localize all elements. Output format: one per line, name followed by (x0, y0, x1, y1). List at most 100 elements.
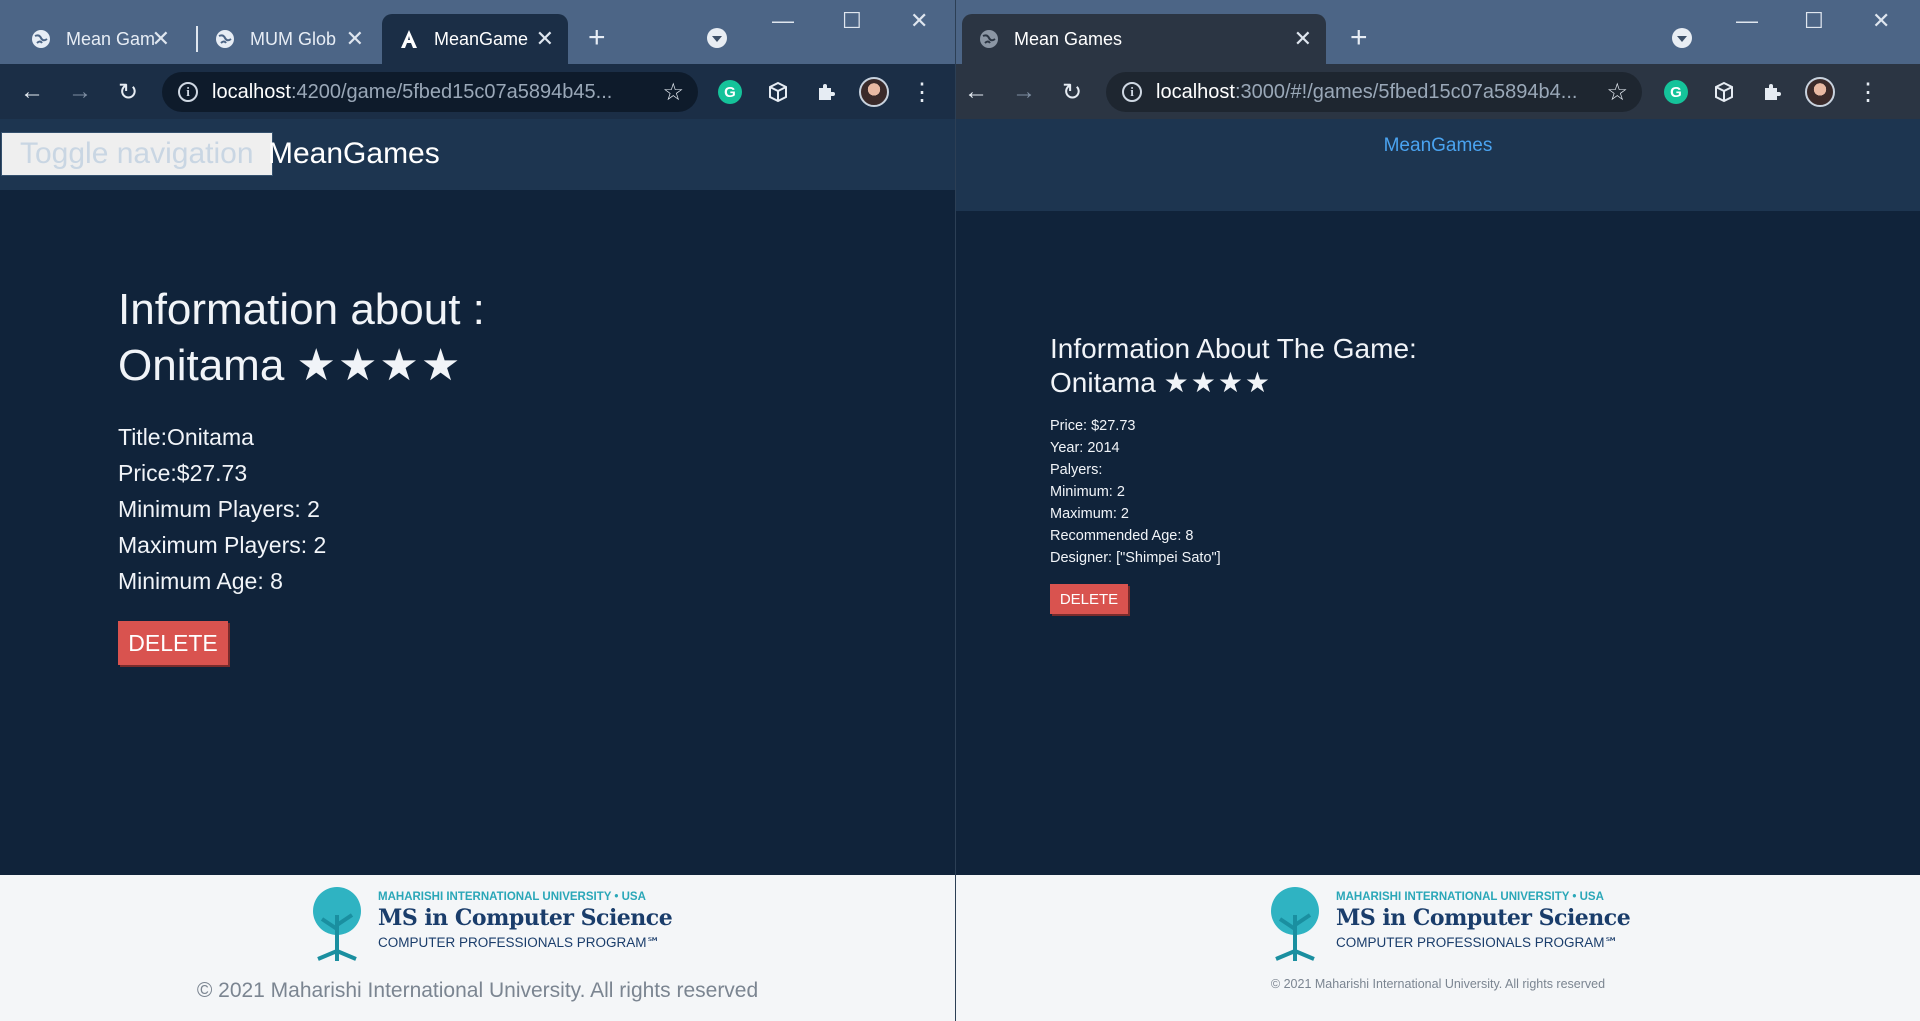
url-path: :3000/#!/games/5fbed15c07a5894b4... (1234, 80, 1578, 103)
brand-link[interactable]: MeanGames (956, 135, 1920, 157)
globe-icon (978, 28, 1000, 50)
angular-icon (398, 28, 420, 50)
left-browser-window: Mean Gam ✕ MUM Glob ✕ MeanGame ✕ + — ☐ ✕… (0, 0, 955, 1021)
maximize-icon[interactable]: ☐ (842, 8, 862, 34)
globe-icon (214, 28, 236, 50)
brand-link[interactable]: MeanGames (268, 137, 440, 171)
copyright-text: © 2021 Maharishi International Universit… (196, 979, 759, 1002)
url-path: :4200/game/5fbed15c07a5894b45... (290, 80, 613, 103)
logo-program-line: MS in Computer Science (378, 905, 673, 931)
bookmark-star-icon[interactable]: ☆ (1606, 78, 1628, 107)
grammarly-icon[interactable]: G (1658, 74, 1694, 110)
close-window-icon[interactable]: ✕ (910, 8, 928, 34)
tree-logo-icon (1271, 887, 1319, 961)
game-title: Onitama (1050, 367, 1156, 398)
logo-university-line: MAHARISHI INTERNATIONAL UNIVERSITY • USA (1336, 891, 1604, 903)
detail-players-label: Palyers: (1050, 462, 1103, 478)
detail-designer: Designer: ["Shimpei Sato"] (1050, 550, 1221, 566)
footer: MAHARISHI INTERNATIONAL UNIVERSITY • USA… (0, 875, 955, 1021)
cube-extension-icon[interactable] (760, 74, 796, 110)
game-details: Title:Onitama Price:$27.73 Minimum Playe… (118, 419, 326, 599)
game-heading: Information about : Onitama ★★★★ (118, 282, 738, 394)
logo-cpp-line: COMPUTER PROFESSIONALS PROGRAM℠ (378, 935, 661, 950)
tab-search-icon[interactable] (707, 28, 727, 48)
logo-university-line: MAHARISHI INTERNATIONAL UNIVERSITY • USA (378, 891, 646, 903)
heading-line: Information About The Game: (1050, 333, 1417, 364)
forward-icon[interactable]: → (1006, 74, 1042, 110)
detail-max-players: Maximum Players: 2 (118, 532, 327, 558)
tab-meangames-active[interactable]: MeanGame ✕ (382, 14, 568, 64)
url-host: localhost (1156, 80, 1235, 103)
minimize-icon[interactable]: — (1736, 8, 1758, 34)
page-content: MeanGames Information About The Game: On… (956, 119, 1920, 1021)
tab-search-icon[interactable] (1672, 28, 1692, 48)
extensions-puzzle-icon[interactable] (1754, 74, 1790, 110)
tab-mean-games-active[interactable]: Mean Games ✕ (962, 14, 1326, 64)
tab-mean-games[interactable]: Mean Gam ✕ (14, 14, 184, 64)
forward-icon[interactable]: → (62, 74, 98, 110)
back-icon[interactable]: ← (958, 74, 994, 110)
tab-title: Mean Games (1014, 28, 1123, 49)
new-tab-icon[interactable]: + (1350, 23, 1368, 53)
footer: MAHARISHI INTERNATIONAL UNIVERSITY • USA… (956, 875, 1920, 1021)
rating-stars: ★★★★ (296, 341, 463, 390)
logo-cpp-line: COMPUTER PROFESSIONALS PROGRAM℠ (1336, 935, 1619, 950)
url-host: localhost (212, 80, 291, 103)
detail-year: Year: 2014 (1050, 440, 1120, 456)
tab-title: Mean Gam (66, 28, 156, 49)
back-icon[interactable]: ← (14, 74, 50, 110)
delete-button[interactable]: DELETE (118, 621, 228, 665)
game-title: Onitama (118, 341, 285, 390)
extensions-puzzle-icon[interactable] (808, 74, 844, 110)
detail-title: Title:Onitama (118, 424, 254, 450)
profile-avatar[interactable] (1802, 74, 1838, 110)
tab-mum-global[interactable]: MUM Glob ✕ (198, 14, 378, 64)
info-icon[interactable]: i (178, 82, 198, 102)
detail-recommended-age: Recommended Age: 8 (1050, 528, 1194, 544)
detail-min-age: Minimum Age: 8 (118, 568, 283, 594)
copyright-text: © 2021 Maharishi International Universit… (1270, 977, 1606, 991)
profile-avatar[interactable] (856, 74, 892, 110)
maximize-icon[interactable]: ☐ (1804, 8, 1824, 34)
tab-title: MUM Glob (250, 28, 337, 49)
close-icon[interactable]: ✕ (536, 26, 554, 52)
tab-strip: Mean Games ✕ + — ☐ ✕ (956, 0, 1920, 64)
heading-title-row: Onitama ★★★★ (118, 338, 738, 394)
tree-logo-icon (313, 887, 361, 961)
toggle-navigation-button[interactable]: Toggle navigation (1, 132, 273, 176)
reload-icon[interactable]: ↻ (110, 74, 146, 110)
menu-kebab-icon[interactable]: ⋮ (1850, 74, 1886, 110)
delete-button[interactable]: DELETE (1050, 584, 1128, 614)
address-bar[interactable]: i localhost :4200/game/5fbed15c07a5894b4… (162, 72, 698, 112)
right-browser-window: Mean Games ✕ + — ☐ ✕ ← → ↻ i localhost :… (955, 0, 1920, 1021)
address-bar[interactable]: i localhost :3000/#!/games/5fbed15c07a58… (1106, 72, 1642, 112)
detail-price: Price: $27.73 (1050, 418, 1136, 434)
menu-kebab-icon[interactable]: ⋮ (904, 74, 940, 110)
desktop: Mean Gam ✕ MUM Glob ✕ MeanGame ✕ + — ☐ ✕… (0, 0, 1920, 1021)
close-window-icon[interactable]: ✕ (1872, 8, 1890, 34)
minimize-icon[interactable]: — (772, 8, 794, 34)
new-tab-icon[interactable]: + (588, 23, 606, 53)
logo-program-line: MS in Computer Science (1336, 905, 1631, 931)
bookmark-star-icon[interactable]: ☆ (662, 78, 684, 107)
close-icon[interactable]: ✕ (152, 26, 170, 52)
close-icon[interactable]: ✕ (346, 26, 364, 52)
app-navbar: Toggle navigation MeanGames (0, 119, 955, 190)
university-logo: MAHARISHI INTERNATIONAL UNIVERSITY • USA… (300, 885, 673, 963)
info-icon[interactable]: i (1122, 82, 1142, 102)
detail-min-players: Minimum Players: 2 (118, 496, 320, 522)
close-icon[interactable]: ✕ (1294, 26, 1312, 52)
reload-icon[interactable]: ↻ (1054, 74, 1090, 110)
cube-extension-icon[interactable] (1706, 74, 1742, 110)
browser-toolbar: ← → ↻ i localhost :3000/#!/games/5fbed15… (956, 64, 1920, 119)
tab-strip: Mean Gam ✕ MUM Glob ✕ MeanGame ✕ + — ☐ ✕ (0, 0, 955, 64)
browser-toolbar: ← → ↻ i localhost :4200/game/5fbed15c07a… (0, 64, 955, 119)
university-logo: MAHARISHI INTERNATIONAL UNIVERSITY • USA… (1258, 885, 1631, 963)
game-details: Price: $27.73 Year: 2014 Palyers: Minimu… (1050, 415, 1221, 569)
detail-min-players: Minimum: 2 (1050, 484, 1125, 500)
detail-max-players: Maximum: 2 (1050, 506, 1129, 522)
page-content: Toggle navigation MeanGames Information … (0, 119, 955, 1021)
grammarly-icon[interactable]: G (712, 74, 748, 110)
rating-stars: ★★★★ (1163, 367, 1273, 398)
heading-line: Information about : (118, 285, 485, 334)
